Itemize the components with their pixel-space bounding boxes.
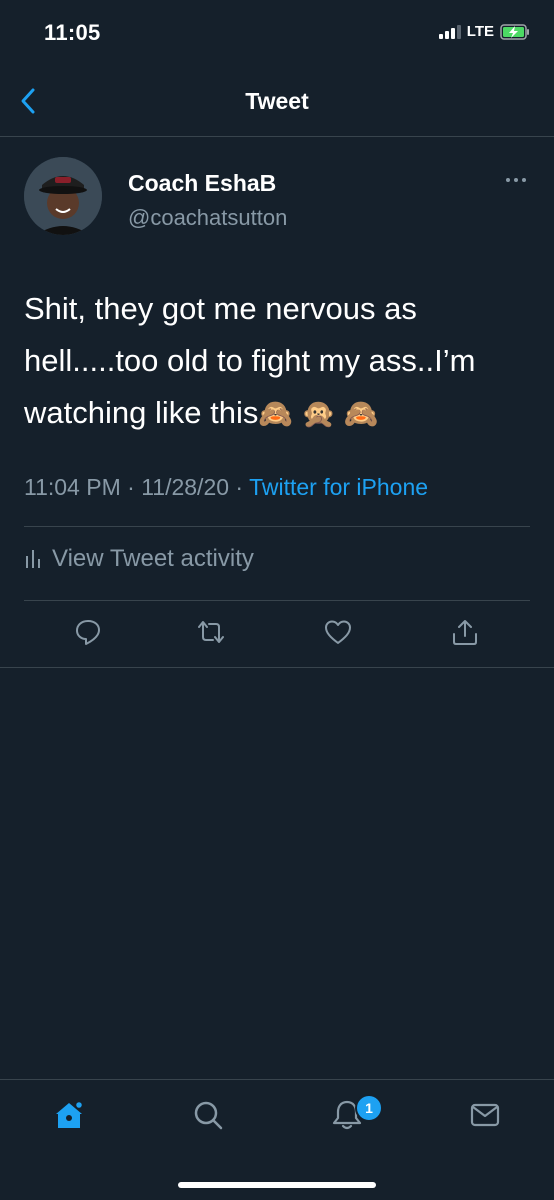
tweet-date: 11/28/20 [141,474,230,500]
tweet-body: Shit, they got me nervous as hell.....to… [24,291,476,430]
status-time: 11:05 [44,20,101,45]
battery-charging-icon [500,23,529,40]
divider [24,600,530,601]
page-title: Tweet [245,88,309,114]
meta-separator: · [127,474,135,500]
bottom-tab-bar: 1 [0,1079,554,1200]
tweet-meta: 11:04 PM · 11/28/20 · Twitter for iPhone [24,474,428,501]
username-handle[interactable]: @coachatsutton [128,205,287,231]
tweet-source-link[interactable]: Twitter for iPhone [249,474,428,500]
messages-icon[interactable] [468,1098,502,1132]
like-icon[interactable] [323,617,353,647]
avatar-image [24,157,102,235]
display-name[interactable]: Coach EshaB [128,170,276,197]
signal-icon [438,24,461,39]
view-tweet-activity-button[interactable]: View Tweet activity [24,545,254,573]
tweet-time: 11:04 PM [24,474,121,500]
tweet-actions [0,617,554,657]
share-icon[interactable] [450,617,480,647]
divider [24,526,530,527]
status-bar: 11:05 LTE [0,0,554,66]
search-icon[interactable] [191,1098,225,1132]
meta-separator: · [235,474,244,500]
avatar[interactable] [24,157,102,235]
home-indicator[interactable] [178,1182,376,1188]
notification-badge: 1 [355,1094,383,1122]
tweet-emojis: 🙈 🙊 🙈 [258,398,379,429]
network-type: LTE [466,23,494,40]
home-icon[interactable] [52,1098,86,1132]
status-indicators: LTE [438,23,530,40]
retweet-icon[interactable] [196,617,226,647]
more-options-icon[interactable] [504,175,528,185]
analytics-icon [26,550,40,568]
tweet-detail: Coach EshaB @coachatsutton Shit, they go… [0,137,554,668]
reply-icon[interactable] [73,617,103,647]
tweet-text: Shit, they got me nervous as hell.....to… [24,283,534,440]
activity-label: View Tweet activity [52,545,254,572]
nav-header: Tweet [0,66,554,137]
